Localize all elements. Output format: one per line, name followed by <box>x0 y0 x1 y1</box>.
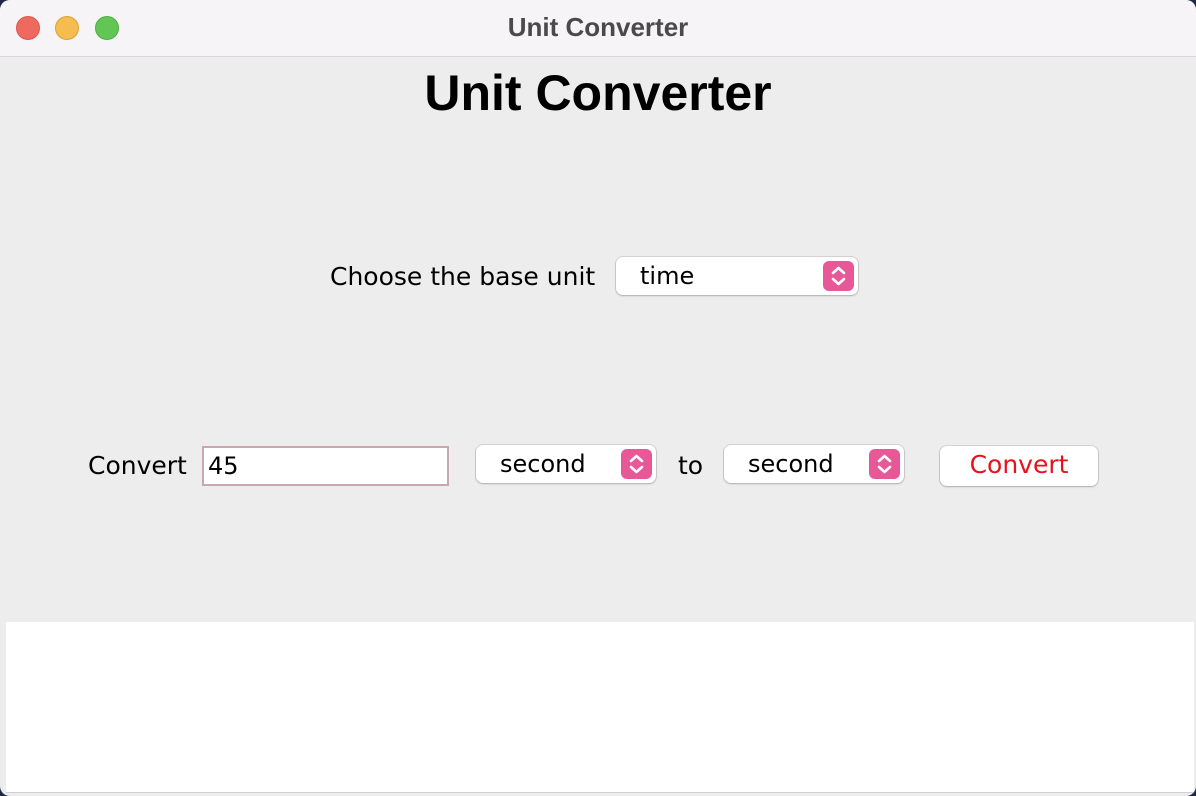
to-label: to <box>678 451 704 480</box>
result-output-area <box>6 622 1194 793</box>
updown-chevron-icon <box>869 449 900 479</box>
convert-label: Convert <box>88 451 187 480</box>
from-unit-select-value: second <box>500 450 586 478</box>
from-unit-select[interactable]: second <box>476 445 656 483</box>
updown-chevron-icon <box>621 449 652 479</box>
to-unit-select-value: second <box>748 450 834 478</box>
base-unit-select[interactable]: time <box>616 257 858 295</box>
base-unit-label: Choose the base unit <box>330 262 596 291</box>
updown-chevron-icon <box>823 261 854 291</box>
value-input[interactable]: 45 <box>202 446 449 486</box>
title-bar: Unit Converter <box>0 0 1196 57</box>
app-window: Unit Converter Unit Converter Choose the… <box>0 0 1196 796</box>
base-unit-select-value: time <box>640 262 695 290</box>
page-title: Unit Converter <box>424 65 772 121</box>
convert-button[interactable]: Convert <box>940 446 1098 486</box>
to-unit-select[interactable]: second <box>724 445 904 483</box>
window-title: Unit Converter <box>507 12 689 42</box>
